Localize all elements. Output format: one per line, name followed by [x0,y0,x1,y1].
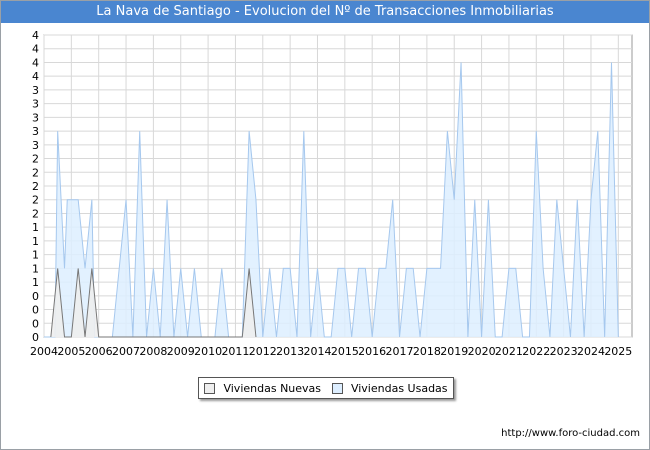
x-tick-label: 2017 [386,345,414,358]
x-tick-label: 2016 [358,345,386,358]
x-tick-label: 2023 [550,345,578,358]
y-tick-label: 3 [32,125,39,138]
y-tick-label: 2 [32,194,39,207]
y-tick-label: 3 [32,98,39,111]
y-tick-label: 1 [32,249,39,262]
legend-label-nuevas: Viviendas Nuevas [223,381,322,395]
x-tick-label: 2012 [249,345,277,358]
x-tick-label: 2007 [112,345,140,358]
y-tick-labels: 00001111122222333334444 [32,29,39,344]
y-tick-label: 4 [32,56,39,69]
y-tick-label: 3 [32,84,39,97]
x-tick-label: 2014 [303,345,331,358]
x-tick-label: 2018 [413,345,441,358]
x-tick-label: 2022 [522,345,550,358]
legend-item-usadas: Viviendas Usadas [331,381,448,395]
y-tick-label: 4 [32,70,39,83]
x-tick-label: 2019 [440,345,468,358]
x-tick-label: 2025 [604,345,632,358]
y-tick-label: 0 [32,317,39,330]
x-tick-label: 2011 [221,345,249,358]
y-tick-label: 0 [32,331,39,344]
x-tick-labels: 2004 2005 2006 2007 2008 2009 2010 2011 2012 2013… [30,345,632,358]
x-tick-label: 2013 [276,345,304,358]
x-tick-label: 2015 [331,345,359,358]
x-tick-label: 2004 [30,345,58,358]
y-tick-label: 1 [32,221,39,234]
legend: Viviendas Nuevas Viviendas Usadas [198,377,454,399]
y-tick-label: 4 [32,43,39,56]
y-tick-label: 0 [32,290,39,303]
y-tick-label: 1 [32,235,39,248]
y-tick-label: 4 [32,29,39,42]
y-tick-label: 0 [32,304,39,317]
y-tick-label: 1 [32,276,39,289]
source-link[interactable]: http://www.foro-ciudad.com [501,428,640,439]
y-tick-label: 3 [32,111,39,124]
x-tick-label: 2005 [57,345,85,358]
y-tick-label: 2 [32,153,39,166]
x-tick-label: 2006 [85,345,113,358]
y-tick-label: 1 [32,262,39,275]
legend-label-usadas: Viviendas Usadas [350,381,448,395]
x-tick-label: 2021 [495,345,523,358]
x-tick-label: 2024 [577,345,605,358]
x-tick-label: 2010 [194,345,222,358]
y-tick-label: 3 [32,139,39,152]
legend-item-nuevas: Viviendas Nuevas [204,382,321,395]
x-tick-label: 2008 [139,345,167,358]
x-tick-label: 2020 [468,345,496,358]
y-tick-label: 2 [32,180,39,193]
x-tick-label: 2009 [167,345,195,358]
legend-swatch-nuevas [204,382,216,394]
legend-swatch-usadas [331,382,343,394]
y-tick-label: 2 [32,207,39,220]
y-tick-label: 2 [32,166,39,179]
